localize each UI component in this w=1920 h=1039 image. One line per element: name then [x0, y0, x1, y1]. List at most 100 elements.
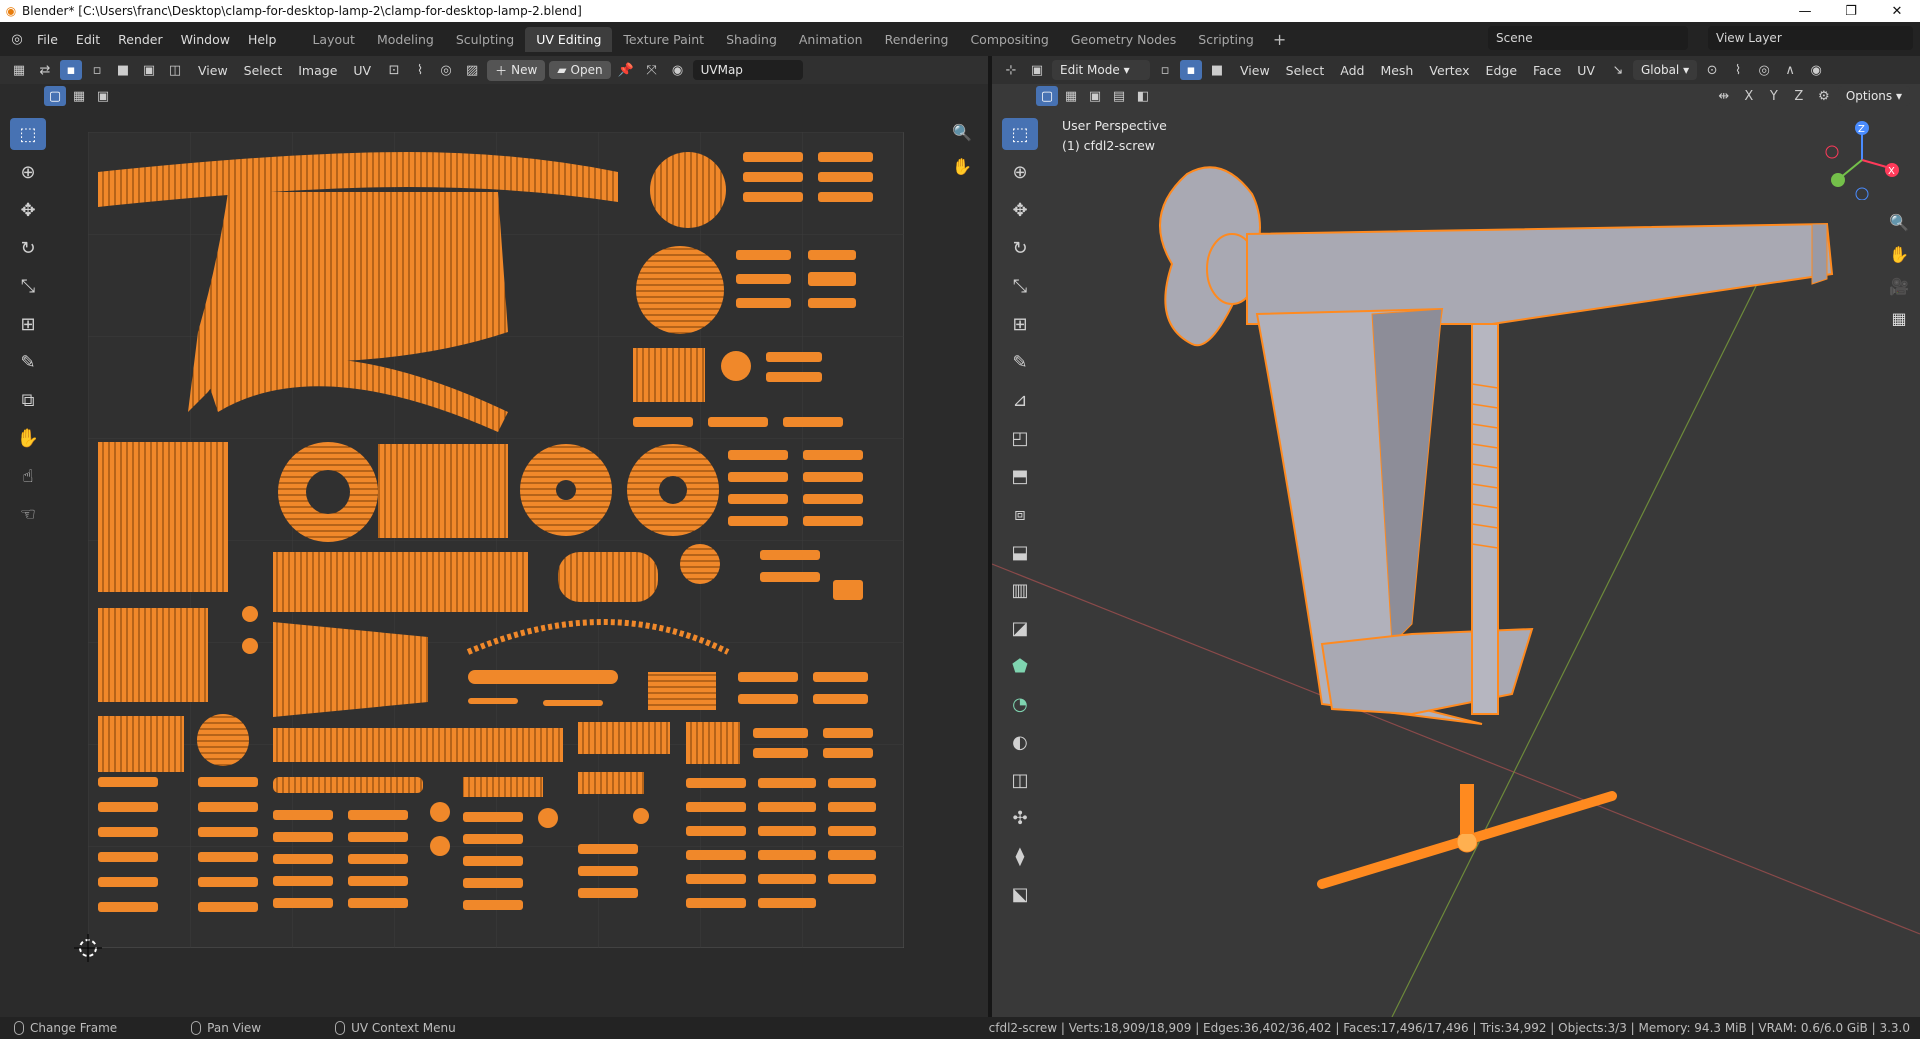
grid-icon[interactable]: ▦	[1885, 304, 1913, 332]
editor-type-icon[interactable]: ▦	[8, 60, 30, 80]
uv-menu-select[interactable]: Select	[236, 60, 291, 81]
island-select-icon[interactable]: ▣	[138, 60, 160, 80]
viewport-menu-add[interactable]: Add	[1332, 60, 1372, 81]
sync-selection-icon[interactable]: ⇄	[34, 60, 56, 80]
3d-viewport[interactable]: ⊹ ▣ Edit Mode ▾ ▫ ▪ ■ View Select Add Mesh V…	[992, 56, 1920, 1017]
tab-modeling[interactable]: Modeling	[366, 27, 445, 52]
uv-2d-cursor[interactable]	[74, 934, 102, 962]
cursor-icon[interactable]: ⊕	[10, 156, 46, 188]
menu-edit[interactable]: Edit	[67, 32, 109, 47]
snap-icon[interactable]: ⌇	[409, 60, 431, 80]
vp-hand-icon[interactable]: ✋	[1885, 240, 1913, 268]
relax-icon[interactable]: ☝	[10, 460, 46, 492]
tab-animation[interactable]: Animation	[788, 27, 874, 52]
blender-menu-icon[interactable]: ◎	[6, 29, 28, 49]
tab-geometry-nodes[interactable]: Geometry Nodes	[1060, 27, 1187, 52]
tab-sculpting[interactable]: Sculpting	[445, 27, 525, 52]
view-layer-selector[interactable]: View Layer	[1708, 26, 1913, 50]
transform-icon[interactable]: ⊞	[10, 308, 46, 340]
transform-orientation-icon[interactable]: ↘	[1607, 60, 1629, 80]
snapping-icon[interactable]: ⌇	[1727, 60, 1749, 80]
status-label: UV Context Menu	[351, 1021, 456, 1035]
zoom-icon[interactable]: 🔍	[948, 118, 976, 146]
uv-menu-view[interactable]: View	[190, 60, 236, 81]
uv-menu-uv[interactable]: UV	[345, 60, 379, 81]
pinch-icon[interactable]: ☜	[10, 498, 46, 530]
uv-menu-image[interactable]: Image	[290, 60, 345, 81]
window-title: Blender* [C:\Users\franc\Desktop\clamp-f…	[22, 4, 582, 18]
uv-editor-menus: View Select Image UV	[190, 60, 379, 81]
select-new-icon[interactable]: ▢	[44, 86, 66, 106]
edge-select-icon[interactable]: ▫	[86, 60, 108, 80]
proportional-edit-icon[interactable]: ◎	[1753, 60, 1775, 80]
overlay-icon[interactable]: ◉	[667, 60, 689, 80]
rip-icon[interactable]: ⧉	[10, 384, 46, 416]
move-icon[interactable]: ✥	[10, 194, 46, 226]
pin-icon[interactable]: 📌	[615, 60, 637, 80]
menu-file[interactable]: File	[28, 32, 67, 47]
close-icon[interactable]: ✕	[1874, 4, 1920, 19]
tab-layout[interactable]: Layout	[301, 27, 366, 52]
navigation-gizmo[interactable]: Z X	[1822, 120, 1902, 200]
viewport-menu-select[interactable]: Select	[1278, 60, 1333, 81]
uv-sync-icon[interactable]: ⤧	[641, 60, 663, 80]
main-menu: File Edit Render Window Help	[28, 32, 285, 47]
viewport-menu-uv[interactable]: UV	[1569, 60, 1603, 81]
uv-canvas[interactable]	[88, 132, 904, 948]
open-image-button[interactable]: ▰ Open	[549, 61, 611, 79]
viewport-menu-view[interactable]: View	[1232, 60, 1278, 81]
sticky-mode-icon[interactable]: ◫	[164, 60, 186, 80]
viewport-menu-vertex[interactable]: Vertex	[1421, 60, 1477, 81]
scene-label: Scene	[1496, 31, 1533, 45]
overlay-toggle-icon[interactable]: ◉	[1805, 60, 1827, 80]
face-select-icon[interactable]: ■	[112, 60, 134, 80]
annotate-icon[interactable]: ✎	[10, 346, 46, 378]
vertex-mode-icon[interactable]: ▫	[1154, 60, 1176, 80]
maximize-icon[interactable]: ❐	[1828, 4, 1874, 19]
tab-scripting[interactable]: Scripting	[1187, 27, 1265, 52]
image-browse-icon[interactable]: ▨	[461, 60, 483, 80]
editor-type-3d-icon[interactable]: ⊹	[1000, 60, 1022, 80]
viewport-menu-mesh[interactable]: Mesh	[1372, 60, 1421, 81]
minimize-icon[interactable]: —	[1782, 4, 1828, 19]
tab-shading[interactable]: Shading	[715, 27, 788, 52]
tab-texture-paint[interactable]: Texture Paint	[612, 27, 715, 52]
vertex-select-icon[interactable]: ▪	[60, 60, 82, 80]
uvmap-field[interactable]: UVMap	[692, 60, 803, 80]
vp-zoom-icon[interactable]: 🔍	[1885, 208, 1913, 236]
orientation-dropdown[interactable]: Global ▾	[1632, 60, 1698, 80]
proportional-icon[interactable]: ◎	[435, 60, 457, 80]
select-box-icon[interactable]: ⬚	[10, 118, 46, 150]
blender-logo-icon: ◉	[5, 4, 17, 18]
menu-window[interactable]: Window	[172, 32, 239, 47]
mode-dropdown[interactable]: Edit Mode ▾	[1052, 60, 1150, 80]
uvmap-label: UVMap	[700, 63, 743, 77]
scene-selector[interactable]: Scene	[1488, 26, 1688, 50]
tab-compositing[interactable]: Compositing	[959, 27, 1059, 52]
face-mode-icon[interactable]: ■	[1206, 60, 1228, 80]
camera-icon[interactable]: 🎥	[1885, 272, 1913, 300]
select-extend-icon[interactable]: ▦	[68, 86, 90, 106]
tab-rendering[interactable]: Rendering	[874, 27, 960, 52]
pivot-point-icon[interactable]: ⊙	[1701, 60, 1723, 80]
menu-help[interactable]: Help	[239, 32, 286, 47]
menu-render[interactable]: Render	[109, 32, 172, 47]
scale-icon[interactable]: ⤡	[10, 270, 46, 302]
add-workspace-icon[interactable]: +	[1265, 27, 1294, 52]
grab-icon[interactable]: ✋	[10, 422, 46, 454]
curve-icon[interactable]: ∧	[1779, 60, 1801, 80]
new-image-button[interactable]: ＋ New	[487, 59, 546, 81]
viewport-menu-edge[interactable]: Edge	[1478, 60, 1525, 81]
viewport-menu-face[interactable]: Face	[1525, 60, 1569, 81]
uv-editor[interactable]: ▦ ⇄ ▪ ▫ ■ ▣ ◫ View Select Image UV ⊡ ⌇ ◎ ▨ …	[0, 56, 988, 1017]
pivot-icon[interactable]: ⊡	[383, 60, 405, 80]
object-mode-icon[interactable]: ▣	[1026, 60, 1048, 80]
rotate-icon[interactable]: ↻	[10, 232, 46, 264]
viewport-header: ⊹ ▣ Edit Mode ▾ ▫ ▪ ■ View Select Add Mesh V…	[992, 56, 1920, 84]
status-label: Pan View	[207, 1021, 262, 1035]
select-subtract-icon[interactable]: ▣	[92, 86, 114, 106]
hand-icon[interactable]: ✋	[948, 152, 976, 180]
edge-mode-icon[interactable]: ▪	[1180, 60, 1202, 80]
tab-uv-editing[interactable]: UV Editing	[525, 27, 613, 52]
status-bar: Change Frame Pan View UV Context Menu cf…	[0, 1017, 1920, 1039]
